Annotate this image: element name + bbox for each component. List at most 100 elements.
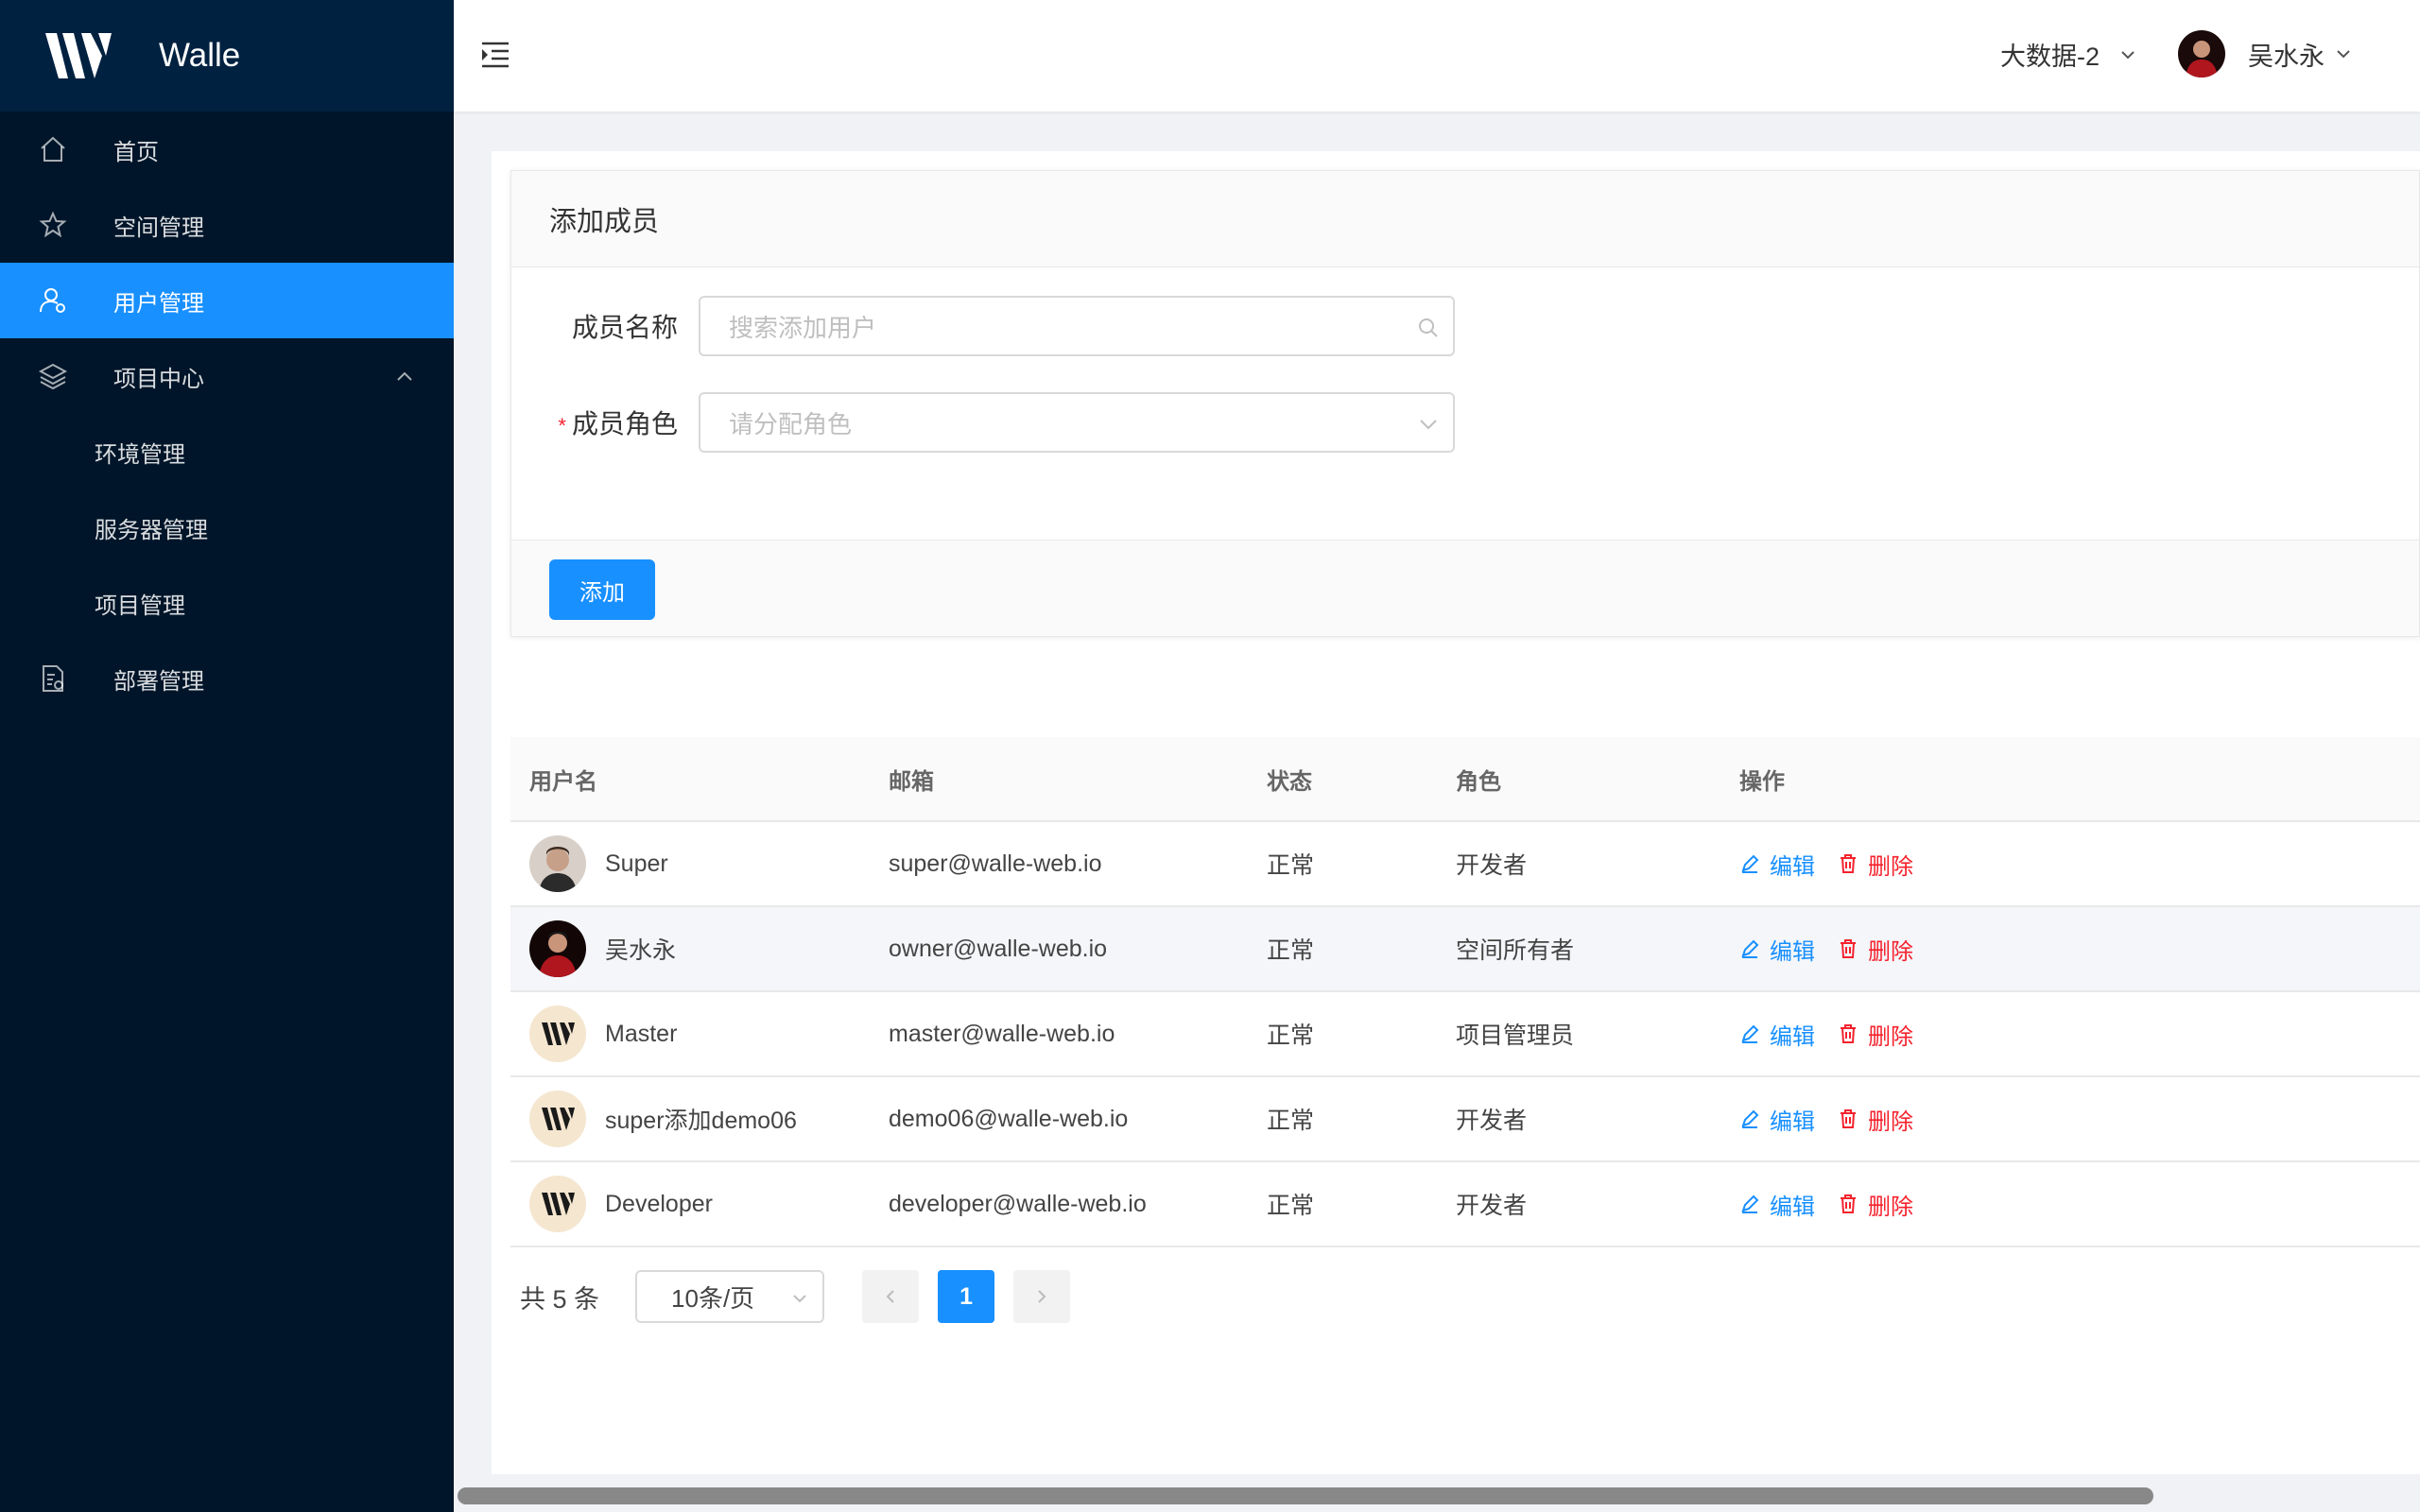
user-name: Super (605, 850, 668, 877)
user-email: demo06@walle-web.io (889, 1105, 1129, 1132)
table-header: 用户名 邮箱 状态 角色 操作 (510, 737, 2420, 822)
member-name-row: 成员名称 搜索添加用户 (511, 296, 1455, 356)
card-title: 添加成员 (511, 171, 2419, 267)
edit-button[interactable]: 编辑 (1739, 848, 1815, 881)
col-username: 用户名 (529, 768, 597, 795)
user-role: 开发者 (1456, 1108, 1528, 1134)
sidebar-item-label: 部署管理 (113, 668, 204, 695)
sidebar-item-label: 空间管理 (113, 215, 204, 241)
sidebar-subitem-env[interactable]: 环境管理 (0, 414, 454, 490)
chevron-down-icon (2337, 50, 2350, 59)
edit-button[interactable]: 编辑 (1739, 933, 1815, 966)
username: 吴水永 (2248, 42, 2325, 71)
chevron-right-icon (1038, 1290, 1046, 1303)
user-status: 正常 (1267, 1108, 1315, 1134)
avatar (529, 1091, 586, 1147)
search-icon (1419, 318, 1438, 337)
user-name: Master (605, 1020, 678, 1047)
delete-button[interactable]: 删除 (1838, 1018, 1913, 1051)
layers-icon (36, 359, 70, 393)
chevron-left-icon (886, 1290, 894, 1303)
star-icon (36, 208, 70, 242)
top-header: 大数据-2 吴水永 (454, 0, 2420, 112)
menu-unfold-icon[interactable] (478, 38, 512, 72)
avatar (2178, 30, 2225, 77)
sidebar-item-home[interactable]: 首页 (0, 112, 454, 187)
sidebar-subitem-project-manage[interactable]: 项目管理 (0, 565, 454, 641)
walle-logo-icon (45, 33, 112, 78)
current-space: 大数据-2 (2000, 43, 2100, 71)
sidebar-item-deploy[interactable]: 部署管理 (0, 641, 454, 716)
page-1-button[interactable]: 1 (938, 1270, 995, 1323)
card-footer: 添加 (511, 540, 2419, 636)
sidebar-item-projects[interactable]: 项目中心 (0, 338, 454, 414)
delete-icon (1841, 854, 1856, 873)
edit-button[interactable]: 编辑 (1739, 1188, 1815, 1221)
col-email: 邮箱 (889, 768, 934, 795)
member-role-row: * 成员角色 请分配角色 (511, 392, 1455, 453)
avatar (529, 1176, 586, 1232)
chevron-down-icon (793, 1295, 806, 1303)
edit-icon (1741, 854, 1759, 873)
avatar (529, 1005, 586, 1062)
horizontal-scrollbar[interactable] (458, 1487, 2153, 1504)
pagination: 共 5 条 10条/页 1 (520, 1270, 1071, 1323)
chevron-up-icon (397, 371, 412, 381)
chevron-down-icon (2121, 50, 2135, 59)
sidebar-item-label: 用户管理 (113, 290, 204, 317)
add-member-card: 添加成员 成员名称 搜索添加用户 * 成员角色 请分配角色 添加 (510, 170, 2420, 637)
delete-button[interactable]: 删除 (1838, 1188, 1913, 1221)
user-status: 正常 (1267, 937, 1315, 964)
member-role-select[interactable]: 请分配角色 (699, 392, 1455, 453)
walle-logo-icon (542, 1022, 575, 1045)
sidebar-item-label: 首页 (113, 139, 159, 165)
user-email: master@walle-web.io (889, 1020, 1115, 1047)
table-row: Master master@walle-web.io 正常 项目管理员 编辑 删… (510, 992, 2420, 1077)
delete-button[interactable]: 删除 (1838, 1103, 1913, 1136)
walle-logo-icon (542, 1193, 575, 1215)
main-content: 添加成员 成员名称 搜索添加用户 * 成员角色 请分配角色 添加 用户名 邮箱 状… (492, 151, 2420, 1474)
user-icon (36, 284, 70, 318)
sidebar-subitem-label: 项目管理 (95, 593, 185, 619)
add-member-button[interactable]: 添加 (549, 559, 655, 620)
page-size-select[interactable]: 10条/页 (635, 1270, 825, 1323)
delete-button[interactable]: 删除 (1838, 933, 1913, 966)
prev-page-button[interactable] (862, 1270, 920, 1323)
col-status: 状态 (1267, 768, 1312, 795)
edit-icon (1741, 1109, 1759, 1128)
sidebar-item-space[interactable]: 空间管理 (0, 187, 454, 263)
user-role: 开发者 (1456, 1193, 1528, 1219)
edit-button[interactable]: 编辑 (1739, 1018, 1815, 1051)
deploy-doc-icon (36, 662, 70, 696)
member-search-input[interactable]: 搜索添加用户 (699, 296, 1455, 356)
col-role: 角色 (1456, 768, 1501, 795)
user-name: 吴水永 (605, 937, 677, 964)
member-role-placeholder: 请分配角色 (729, 409, 853, 438)
user-status: 正常 (1267, 1022, 1315, 1049)
sidebar-subitem-servers[interactable]: 服务器管理 (0, 490, 454, 565)
total-count: 共 5 条 (520, 1284, 600, 1314)
delete-button[interactable]: 删除 (1838, 848, 1913, 881)
edit-button[interactable]: 编辑 (1739, 1103, 1815, 1136)
table-row: Developer developer@walle-web.io 正常 开发者 … (510, 1162, 2420, 1247)
user-status: 正常 (1267, 852, 1315, 879)
walle-logo-icon (542, 1108, 575, 1130)
user-role: 开发者 (1456, 852, 1528, 879)
delete-icon (1841, 939, 1856, 958)
sidebar: Walle 首页 空间管理 用户管理 项目中心 环境管理 服务器管理 项目管理 (0, 0, 454, 1512)
next-page-button[interactable] (1013, 1270, 1071, 1323)
user-role: 项目管理员 (1456, 1022, 1575, 1049)
user-email: owner@walle-web.io (889, 935, 1108, 962)
delete-icon (1841, 1024, 1856, 1043)
sidebar-item-label: 项目中心 (113, 366, 204, 392)
user-menu[interactable]: 吴水永 (2178, 30, 2353, 77)
avatar (529, 920, 586, 977)
space-switcher[interactable]: 大数据-2 (2000, 36, 2137, 73)
sidebar-item-users[interactable]: 用户管理 (0, 263, 454, 338)
member-name-label: 成员名称 (571, 313, 678, 342)
table-row: super添加demo06 demo06@walle-web.io 正常 开发者… (510, 1077, 2420, 1162)
edit-icon (1741, 1024, 1759, 1043)
member-search-placeholder: 搜索添加用户 (729, 313, 877, 342)
logo-bar[interactable]: Walle (0, 0, 454, 112)
user-name: Developer (605, 1190, 713, 1217)
